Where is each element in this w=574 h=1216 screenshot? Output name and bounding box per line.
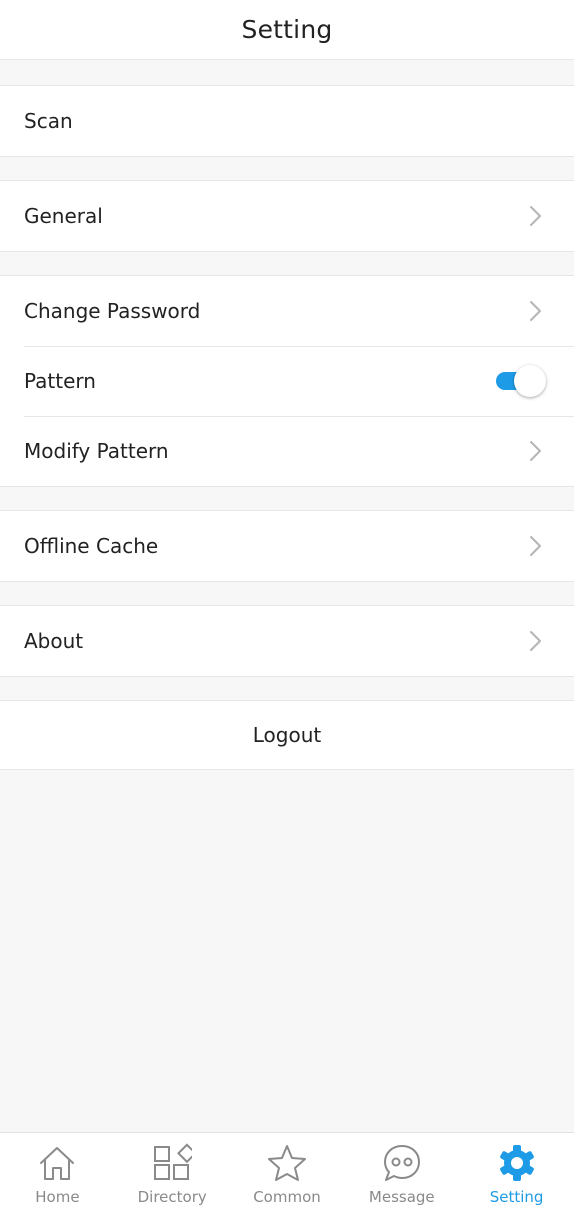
chevron-right-icon bbox=[530, 206, 541, 226]
tab-common-label: Common bbox=[253, 1188, 321, 1206]
pattern-toggle[interactable] bbox=[494, 365, 546, 397]
modify-pattern-label: Modify Pattern bbox=[24, 439, 169, 463]
pattern-label: Pattern bbox=[24, 369, 96, 393]
toggle-knob bbox=[514, 365, 546, 397]
tab-directory[interactable]: Directory bbox=[115, 1133, 230, 1216]
star-icon bbox=[267, 1145, 306, 1181]
tab-setting-label: Setting bbox=[489, 1188, 544, 1206]
logout-label: Logout bbox=[252, 723, 322, 747]
scan-group: Scan bbox=[0, 85, 574, 157]
general-row[interactable]: General bbox=[0, 181, 574, 251]
change-password-label: Change Password bbox=[24, 299, 201, 323]
general-group: General bbox=[0, 180, 574, 252]
about-label: About bbox=[24, 629, 84, 653]
tab-message[interactable]: Message bbox=[344, 1133, 459, 1216]
chevron-right-icon bbox=[530, 536, 541, 556]
tab-home[interactable]: Home bbox=[0, 1133, 115, 1216]
chat-icon bbox=[383, 1145, 420, 1181]
tab-setting[interactable]: Setting bbox=[459, 1133, 574, 1216]
security-group: Change Password Pattern Modify Pattern bbox=[0, 275, 574, 487]
change-password-row[interactable]: Change Password bbox=[0, 276, 574, 346]
home-icon bbox=[40, 1147, 75, 1180]
gear-icon bbox=[499, 1145, 534, 1181]
scan-row[interactable]: Scan bbox=[0, 86, 574, 156]
tab-common[interactable]: Common bbox=[230, 1133, 345, 1216]
scan-label: Scan bbox=[24, 109, 73, 133]
top-bar: Setting bbox=[0, 0, 574, 60]
offline-cache-row[interactable]: Offline Cache bbox=[0, 511, 574, 581]
tab-home-label: Home bbox=[35, 1188, 80, 1206]
general-label: General bbox=[24, 204, 103, 228]
tab-directory-label: Directory bbox=[137, 1188, 207, 1206]
page-title: Setting bbox=[241, 15, 333, 44]
pattern-row: Pattern bbox=[0, 346, 574, 416]
offline-cache-label: Offline Cache bbox=[24, 534, 159, 558]
modify-pattern-row[interactable]: Modify Pattern bbox=[0, 416, 574, 486]
tab-message-label: Message bbox=[368, 1188, 435, 1206]
logout-button[interactable]: Logout bbox=[0, 700, 574, 770]
about-row[interactable]: About bbox=[0, 606, 574, 676]
offline-cache-group: Offline Cache bbox=[0, 510, 574, 582]
chevron-right-icon bbox=[530, 441, 541, 461]
bottom-tab-bar: Home Directory Common Message Setting bbox=[0, 1132, 574, 1216]
chevron-right-icon bbox=[530, 301, 541, 321]
grid-icon bbox=[154, 1143, 193, 1180]
chevron-right-icon bbox=[530, 631, 541, 651]
about-group: About bbox=[0, 605, 574, 677]
